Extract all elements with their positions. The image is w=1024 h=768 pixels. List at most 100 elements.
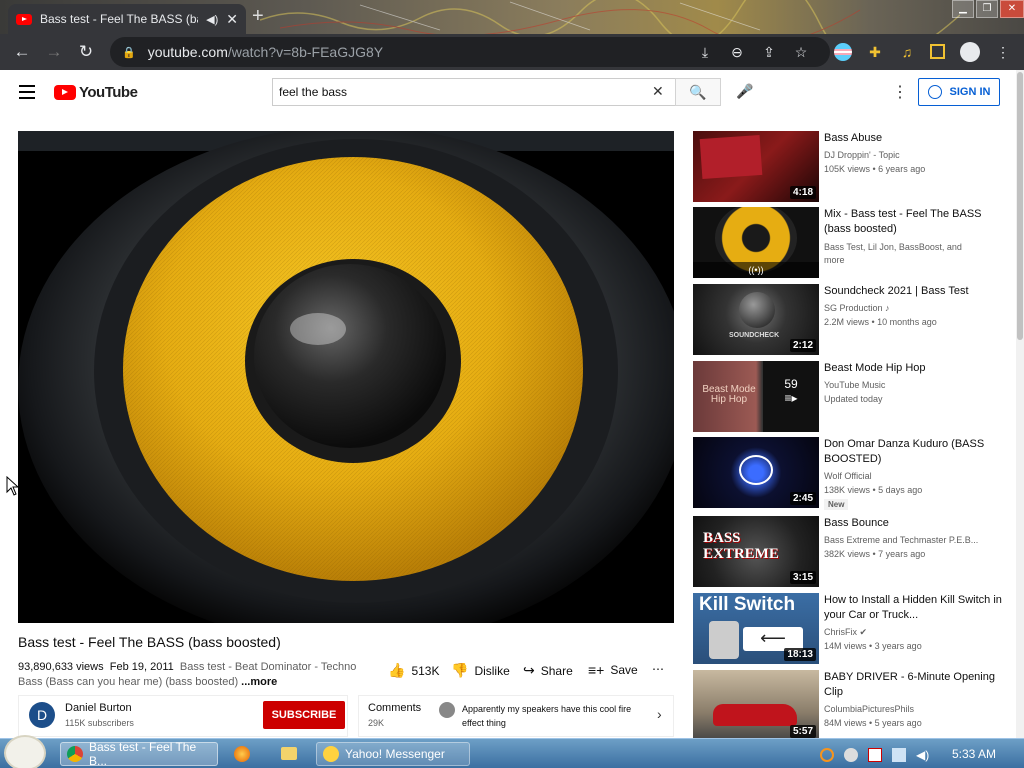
- recommendation-item[interactable]: 5:57 BABY DRIVER - 6-Minute Opening Clip…: [693, 670, 1013, 738]
- browser-menu-icon[interactable]: ⋮: [994, 44, 1012, 61]
- youtube-favicon-icon: [16, 13, 32, 25]
- recommendation-title[interactable]: Bass Bounce: [824, 516, 1004, 531]
- reload-icon[interactable]: ↻: [76, 42, 96, 62]
- network-tray-icon[interactable]: [892, 748, 906, 762]
- new-tab-button[interactable]: +: [252, 6, 264, 26]
- taskbar-messenger-window[interactable]: Yahoo! Messenger: [316, 742, 470, 766]
- taskbar-chrome-window[interactable]: Bass test - Feel The B...: [60, 740, 218, 768]
- recommendation-channel[interactable]: DJ Droppin' - Topic: [824, 150, 900, 160]
- playlist-thumbnail[interactable]: Beast Mode Hip Hop 59 ≡▸: [693, 361, 819, 432]
- mix-thumbnail[interactable]: ((•)): [693, 207, 819, 278]
- page-scrollbar[interactable]: [1016, 70, 1024, 738]
- maximize-button[interactable]: ❐: [976, 0, 998, 18]
- search-button[interactable]: 🔍: [675, 78, 721, 106]
- recommendation-item[interactable]: Beast Mode Hip Hop 59 ≡▸ Beast Mode Hip …: [693, 361, 1013, 433]
- taskbar-clock[interactable]: 5:33 AM: [952, 747, 996, 761]
- playlist-count: 59: [784, 377, 798, 391]
- speaker-icon[interactable]: ◀): [206, 13, 218, 26]
- folder-icon[interactable]: [281, 747, 297, 760]
- recommendation-item[interactable]: ((•)) Mix - Bass test - Feel The BASS (b…: [693, 207, 1013, 279]
- chevron-right-icon[interactable]: ›: [657, 706, 662, 722]
- chrome-icon: [67, 746, 83, 762]
- extension-flag-icon[interactable]: [834, 43, 852, 61]
- more-link[interactable]: ...more: [241, 676, 277, 688]
- duration-badge: 5:57: [789, 725, 816, 738]
- sign-in-button[interactable]: SIGN IN: [918, 78, 1000, 106]
- recommendation-channel[interactable]: Bass Extreme and Techmaster P.E.B...: [824, 535, 978, 545]
- recommendation-channel[interactable]: SG Production ♪: [824, 303, 890, 313]
- duration-badge: 3:15: [789, 571, 816, 584]
- side-panel-icon[interactable]: [930, 44, 945, 59]
- recommendation-title[interactable]: BABY DRIVER - 6-Minute Opening Clip: [824, 670, 1004, 700]
- recommendation-title[interactable]: Mix - Bass test - Feel The BASS (bass bo…: [824, 207, 1004, 237]
- video-thumbnail[interactable]: BASS EXTREME 3:15: [693, 516, 819, 587]
- video-thumbnail[interactable]: 4:18: [693, 131, 819, 202]
- recommendation-item[interactable]: Kill Switch ⟵ 18:13 How to Install a Hid…: [693, 593, 1013, 665]
- lock-icon: 🔒: [122, 46, 136, 59]
- mouse-cursor-icon: [6, 476, 18, 496]
- scrollbar-thumb[interactable]: [1017, 72, 1023, 340]
- recommendation-stats: 14M views • 3 years ago: [824, 641, 922, 651]
- recommendation-item[interactable]: BASS EXTREME 3:15 Bass Bounce Bass Extre…: [693, 516, 1013, 588]
- more-actions-icon[interactable]: ⋯: [652, 662, 664, 676]
- recommendation-channel[interactable]: ChrisFix ✔: [824, 627, 867, 638]
- recommendation-channel[interactable]: ColumbiaPicturesPhils: [824, 704, 914, 714]
- close-tab-icon[interactable]: ✕: [226, 11, 238, 28]
- recommendation-stats: 84M views • 5 years ago: [824, 718, 922, 728]
- save-button[interactable]: ≡+ Save: [588, 662, 638, 678]
- recommendation-channel[interactable]: Wolf Official: [824, 471, 872, 481]
- dislike-button[interactable]: 👎 Dislike: [451, 662, 510, 679]
- comments-teaser[interactable]: Comments 29K Apparently my speakers have…: [358, 695, 674, 737]
- back-arrow-icon[interactable]: ←: [12, 42, 32, 62]
- recommendation-item[interactable]: 4:18 Bass Abuse DJ Droppin' - Topic 105K…: [693, 131, 1013, 203]
- share-button[interactable]: ↪ Share: [523, 662, 573, 679]
- voice-search-mic-icon[interactable]: 🎤: [736, 83, 753, 100]
- youtube-logo[interactable]: YouTube: [54, 84, 138, 101]
- subscribe-button[interactable]: SUBSCRIBE: [263, 701, 345, 729]
- search-input[interactable]: feel the bass: [272, 78, 675, 106]
- recommendation-title[interactable]: Beast Mode Hip Hop: [824, 361, 1004, 376]
- recommendation-title[interactable]: How to Install a Hidden Kill Switch in y…: [824, 593, 1004, 623]
- volume-tray-icon[interactable]: ◀): [916, 748, 930, 762]
- tray-app-icon[interactable]: [844, 748, 858, 762]
- bookmark-star-icon[interactable]: ☆: [792, 44, 810, 61]
- video-thumbnail[interactable]: 2:45: [693, 437, 819, 508]
- video-thumbnail[interactable]: Kill Switch ⟵ 18:13: [693, 593, 819, 664]
- recommendation-item[interactable]: 2:45 Don Omar Danza Kuduro (BASS BOOSTED…: [693, 437, 1013, 510]
- forward-arrow-icon[interactable]: →: [44, 42, 64, 62]
- profile-avatar-icon[interactable]: [960, 42, 980, 62]
- recommendation-channel[interactable]: Bass Test, Lil Jon, BassBoost, and more: [824, 241, 984, 267]
- close-window-button[interactable]: ✕: [1000, 0, 1024, 18]
- share-icon[interactable]: ⇪: [760, 44, 778, 61]
- start-button[interactable]: [4, 735, 46, 768]
- minimize-button[interactable]: ▁: [952, 0, 974, 18]
- video-description[interactable]: 93,890,633 views Feb 19, 2011 Bass test …: [18, 660, 378, 690]
- like-button[interactable]: 👍 513K: [388, 662, 439, 679]
- menu-hamburger-icon[interactable]: [19, 85, 35, 99]
- search-tray-icon[interactable]: [820, 748, 834, 762]
- new-badge: New: [824, 499, 849, 510]
- install-app-icon[interactable]: ⤓: [696, 44, 714, 61]
- recommendation-title[interactable]: Don Omar Danza Kuduro (BASS BOOSTED): [824, 437, 1004, 467]
- duration-badge: 2:12: [789, 339, 816, 352]
- video-thumbnail[interactable]: SOUNDCHECK 2:12: [693, 284, 819, 355]
- recommendation-item[interactable]: SOUNDCHECK 2:12 Soundcheck 2021 | Bass T…: [693, 284, 1013, 356]
- firefox-icon[interactable]: [234, 746, 250, 762]
- flag-tray-icon[interactable]: [868, 748, 882, 762]
- settings-kebab-icon[interactable]: ⋮: [892, 82, 908, 102]
- channel-avatar[interactable]: D: [29, 702, 55, 728]
- media-queue-icon[interactable]: ♫: [898, 44, 916, 60]
- browser-tab-active[interactable]: Bass test - Feel The BASS (bas ◀) ✕: [8, 4, 246, 34]
- recommendation-title[interactable]: Bass Abuse: [824, 131, 1004, 146]
- address-bar[interactable]: 🔒 youtube.com/watch?v=8b-FEaGJG8Y: [110, 37, 830, 67]
- extensions-puzzle-icon[interactable]: ✚: [866, 44, 884, 61]
- video-thumbnail[interactable]: 5:57: [693, 670, 819, 738]
- recommendation-stats: Updated today: [824, 394, 883, 404]
- clear-search-icon[interactable]: ✕: [652, 83, 664, 100]
- zoom-icon[interactable]: ⊖: [728, 44, 746, 61]
- video-player[interactable]: [18, 131, 674, 623]
- recommendation-title[interactable]: Soundcheck 2021 | Bass Test: [824, 284, 1004, 299]
- channel-name[interactable]: Daniel Burton: [65, 702, 132, 714]
- recommendation-channel[interactable]: YouTube Music: [824, 380, 885, 390]
- thumbs-down-icon: 👎: [451, 662, 469, 678]
